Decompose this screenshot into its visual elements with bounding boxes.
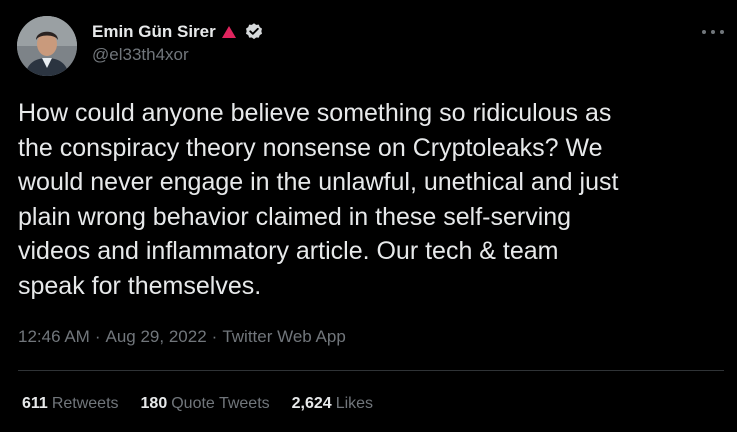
tweet-meta: 12:46 AM · Aug 29, 2022 · Twitter Web App	[18, 327, 346, 347]
author-display-name[interactable]: Emin Gün Sirer	[92, 22, 216, 42]
more-options-icon[interactable]	[702, 23, 724, 41]
tweet-text: How could anyone believe something so ri…	[18, 99, 619, 300]
engagement-stats: 611 Retweets 180 Quote Tweets 2,624 Likes	[22, 395, 373, 413]
meta-separator: ·	[211, 327, 218, 346]
author-handle[interactable]: @el33th4xor	[92, 45, 189, 65]
avatar[interactable]	[17, 16, 77, 76]
retweets-count: 611	[22, 395, 48, 412]
tweet-time[interactable]: 12:46 AM	[18, 327, 90, 346]
divider	[18, 370, 724, 371]
author-name-row: Emin Gün Sirer	[92, 20, 264, 44]
quote-tweets-label: Quote Tweets	[171, 395, 270, 412]
likes-stat[interactable]: 2,624 Likes	[292, 395, 373, 413]
quote-tweets-stat[interactable]: 180 Quote Tweets	[141, 395, 270, 413]
meta-separator: ·	[94, 327, 101, 346]
tweet-source[interactable]: Twitter Web App	[222, 327, 345, 346]
retweets-stat[interactable]: 611 Retweets	[22, 395, 119, 413]
verified-icon	[245, 23, 262, 40]
avatar-photo	[17, 16, 77, 76]
tweet-detail: Emin Gün Sirer @el33th4xor How could any…	[0, 0, 737, 432]
tweet-date[interactable]: Aug 29, 2022	[106, 327, 207, 346]
quote-tweets-count: 180	[140, 395, 168, 412]
red-triangle-icon	[221, 26, 236, 38]
likes-count: 2,624	[291, 395, 332, 412]
likes-label: Likes	[335, 395, 374, 412]
retweets-label: Retweets	[51, 395, 119, 412]
